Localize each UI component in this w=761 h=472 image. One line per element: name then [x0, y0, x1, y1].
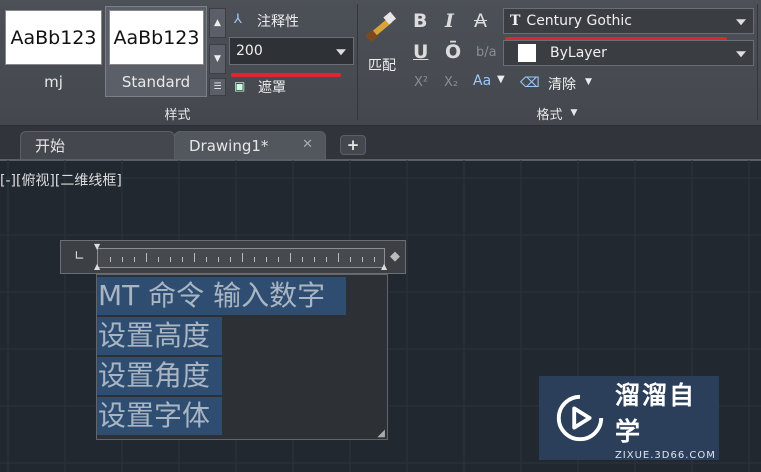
style-label-mj[interactable]: mj: [5, 71, 102, 93]
watermark-url: ZIXUE.3D66.COM: [614, 449, 716, 461]
tab-label: 开始: [35, 137, 66, 155]
color-value: ByLayer: [550, 45, 607, 61]
ruler-tick: [206, 257, 207, 262]
mtext-line[interactable]: 设置高度: [97, 317, 222, 355]
play-logo-icon: [556, 394, 604, 442]
style-preview-text: AaBb123: [113, 26, 200, 49]
color-swatch: [518, 44, 536, 62]
ruler-tick: [314, 257, 315, 262]
style-preview-text: AaBb123: [10, 26, 97, 49]
close-icon[interactable]: ✕: [302, 137, 313, 152]
tab-label: Drawing1*: [189, 136, 269, 155]
underline-button[interactable]: U: [413, 41, 428, 63]
font-value: Century Gothic: [526, 13, 632, 29]
clear-format-icon: ⌫: [520, 75, 540, 91]
ruler-tick: [338, 253, 339, 262]
style-panel-title: 样式: [164, 107, 191, 123]
mtext-line[interactable]: 设置角度: [97, 357, 222, 395]
chevron-down-icon[interactable]: [736, 19, 746, 26]
truetype-font-icon: T: [510, 13, 521, 29]
style-thumb-standard[interactable]: AaBb123: [109, 10, 204, 65]
red-annotation-mark: [231, 73, 341, 77]
ruler-tick: [230, 257, 231, 262]
indent-marker-icon[interactable]: ▲: [94, 262, 100, 271]
indent-marker-icon[interactable]: ▲: [381, 262, 387, 271]
format-panel-title[interactable]: 格式 ▼: [358, 104, 756, 123]
ribbon: AaBb123 mj AaBb123 Standard ▲ ▼ ☰ ⅄ 注释性 …: [0, 0, 761, 126]
chevron-down-icon[interactable]: ▼: [497, 74, 505, 85]
mtext-line[interactable]: 设置字体: [97, 397, 222, 435]
new-tab-button[interactable]: +: [340, 135, 366, 155]
ruler-tick: [146, 253, 147, 262]
tab-stop-icon[interactable]: ∟: [74, 249, 85, 264]
color-combo[interactable]: ByLayer: [503, 40, 754, 66]
panel-divider: [357, 4, 358, 120]
change-case-button[interactable]: Aa: [473, 73, 491, 89]
viewport-controls-label[interactable]: [-][俯视][二维线框]: [0, 170, 122, 190]
chevron-down-icon: ▼: [214, 54, 221, 64]
chevron-down-icon[interactable]: [336, 49, 346, 56]
panel-divider: [757, 4, 758, 120]
ruler-tick: [362, 257, 363, 262]
mtext-line[interactable]: MT 命令 输入数字: [97, 277, 346, 315]
indent-marker-icon[interactable]: ▼: [94, 242, 100, 251]
tab-drawing1[interactable]: Drawing1* ✕: [174, 131, 326, 159]
file-tab-bar: 开始 Drawing1* ✕ +: [0, 126, 761, 161]
chevron-down-icon[interactable]: ▼: [571, 108, 578, 118]
style-scroll-down-button[interactable]: ▼: [209, 44, 226, 74]
expand-icon: ☰: [213, 82, 222, 92]
resize-grip-icon[interactable]: ◢: [377, 428, 385, 439]
ruler-tick: [266, 257, 267, 262]
ruler-tick: [194, 253, 195, 262]
strikethrough-button[interactable]: A: [474, 10, 487, 32]
ruler-tick: [182, 257, 183, 262]
ruler-tick: [278, 257, 279, 262]
ruler-tick: [158, 257, 159, 262]
bold-button[interactable]: B: [413, 10, 427, 32]
font-combo[interactable]: T Century Gothic: [503, 8, 754, 34]
ruler-tick: [254, 257, 255, 262]
style-expand-button[interactable]: ☰: [209, 78, 226, 96]
ruler-tick: [218, 257, 219, 262]
chevron-up-icon: ▲: [214, 18, 221, 28]
ruler-tick: [110, 257, 111, 262]
style-thumb-mj[interactable]: AaBb123: [5, 10, 102, 65]
ruler-tick: [302, 257, 303, 262]
watermark-name: 溜溜自学: [614, 380, 696, 446]
mask-icon: ▣: [234, 79, 246, 93]
subscript-button[interactable]: X₂: [444, 75, 458, 90]
annotative-label[interactable]: 注释性: [257, 11, 299, 31]
format-panel-label: 格式: [536, 107, 563, 123]
text-ruler[interactable]: ∟ ▼ ▲ ▲ ◆: [60, 240, 406, 274]
style-label-standard[interactable]: Standard: [105, 71, 207, 93]
match-label[interactable]: 匹配: [368, 55, 396, 75]
ruler-tick: [374, 257, 375, 262]
clear-button[interactable]: 清除: [548, 74, 576, 94]
tab-start[interactable]: 开始: [20, 131, 175, 159]
plus-icon: +: [346, 136, 360, 154]
ruler-tick: [326, 257, 327, 262]
width-handle-icon[interactable]: ◆: [390, 249, 400, 264]
ruler-tick: [170, 257, 171, 262]
ruler-tick: [242, 253, 243, 262]
ruler-tick: [290, 253, 291, 262]
italic-button[interactable]: I: [445, 10, 454, 32]
chevron-down-icon[interactable]: ▼: [585, 77, 592, 87]
ruler-tick: [350, 257, 351, 262]
text-height-combo[interactable]: 200: [229, 37, 354, 65]
ruler-tick: [134, 257, 135, 262]
text-height-value: 200: [236, 43, 263, 59]
style-scroll-up-button[interactable]: ▲: [209, 8, 226, 38]
overline-button[interactable]: Ō: [445, 41, 461, 63]
mask-label[interactable]: 遮罩: [258, 77, 286, 97]
annotative-icon: ⅄: [234, 12, 242, 27]
watermark-logo: 溜溜自学 ZIXUE.3D66.COM: [539, 376, 719, 461]
chevron-down-icon[interactable]: [736, 51, 746, 58]
match-properties-icon[interactable]: [365, 10, 399, 48]
mtext-editor[interactable]: MT 命令 输入数字 设置高度 设置角度 设置字体 ◢: [96, 274, 388, 440]
ruler-tick: [122, 257, 123, 262]
superscript-button[interactable]: X²: [414, 75, 428, 90]
stack-icon[interactable]: b/a: [476, 45, 497, 60]
ruler-track[interactable]: [97, 248, 385, 268]
